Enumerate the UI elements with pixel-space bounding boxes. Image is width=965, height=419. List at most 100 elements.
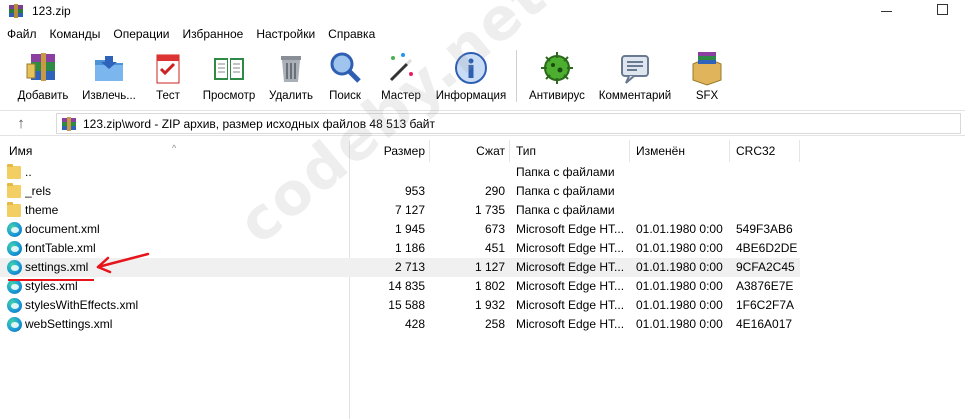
file-packed <box>430 163 505 182</box>
file-packed: 1 802 <box>474 279 505 293</box>
file-type: Microsoft Edge HT... <box>516 317 625 331</box>
find-icon <box>330 52 361 83</box>
column-modified-label: Изменён <box>636 144 685 158</box>
column-crc[interactable]: CRC32 <box>730 140 800 162</box>
test-label: Тест <box>156 90 180 102</box>
address-bar: ↑ 123.zip\word - ZIP архив, размер исход… <box>0 110 965 136</box>
sfx-button[interactable]: SFX <box>687 46 727 106</box>
antivirus-button[interactable]: Антивирус <box>525 46 589 106</box>
toolbar-separator <box>516 50 517 102</box>
file-size: 14 835 <box>388 279 425 293</box>
file-crc: 4E16A017 <box>736 317 793 331</box>
minimize-button[interactable] <box>880 4 894 18</box>
file-row[interactable]: _rels 953 290 Папка с файлами <box>0 182 800 201</box>
file-modified <box>636 163 731 182</box>
edge-file-icon <box>7 317 22 332</box>
column-packed-label: Сжат <box>476 144 505 158</box>
file-name: fontTable.xml <box>25 241 96 255</box>
window-title: 123.zip <box>32 4 71 18</box>
add-button[interactable]: Добавить <box>14 46 72 106</box>
column-type[interactable]: Тип <box>510 140 630 162</box>
file-packed: 673 <box>484 222 505 236</box>
delete-label: Удалить <box>269 90 313 102</box>
comment-button[interactable]: Комментарий <box>595 46 675 106</box>
sfx-label: SFX <box>695 90 719 102</box>
file-crc <box>736 182 800 201</box>
file-crc <box>736 201 800 220</box>
file-packed: 290 <box>484 184 505 198</box>
file-type: Microsoft Edge HT... <box>516 222 625 236</box>
test-icon <box>156 54 180 84</box>
file-size: 15 588 <box>388 298 425 312</box>
extract-icon <box>95 56 123 81</box>
column-packed[interactable]: Сжат <box>430 140 510 162</box>
menu-bar: Файл Команды Операции Избранное Настройк… <box>0 24 381 44</box>
antivirus-icon <box>541 52 573 84</box>
file-modified <box>636 201 731 220</box>
file-row[interactable]: theme 7 127 1 735 Папка с файлами <box>0 201 800 220</box>
menu-file[interactable]: Файл <box>0 27 43 41</box>
comment-label: Комментарий <box>598 90 672 102</box>
file-type: Microsoft Edge HT... <box>516 279 625 293</box>
view-button[interactable]: Просмотр <box>198 46 260 106</box>
file-crc: A3876E7E <box>736 279 794 293</box>
file-row[interactable]: webSettings.xml 428 258 Microsoft Edge HT..… <box>0 315 800 334</box>
folder-icon <box>7 164 21 179</box>
edge-file-icon <box>7 260 22 275</box>
file-packed: 1 932 <box>474 298 505 312</box>
annotation-underline <box>8 279 94 281</box>
file-packed: 258 <box>484 317 505 331</box>
file-type: Папка с файлами <box>516 165 615 179</box>
file-type: Microsoft Edge HT... <box>516 260 625 274</box>
file-crc <box>736 163 800 182</box>
edge-file-icon <box>7 298 22 313</box>
menu-commands[interactable]: Команды <box>43 27 107 41</box>
file-row[interactable]: .. Папка с файлами <box>0 163 800 182</box>
column-crc-label: CRC32 <box>736 144 776 158</box>
file-type: Microsoft Edge HT... <box>516 298 625 312</box>
file-modified: 01.01.1980 0:00 <box>636 279 723 293</box>
maximize-button[interactable] <box>937 4 948 15</box>
file-size: 1 186 <box>394 241 425 255</box>
file-size: 7 127 <box>394 203 425 217</box>
sfx-icon <box>692 52 722 86</box>
file-row[interactable]: document.xml 1 945 673 Microsoft Edge HT...… <box>0 220 800 239</box>
column-name-label: Имя <box>9 144 33 158</box>
menu-favorites[interactable]: Избранное <box>176 27 250 41</box>
file-crc: 1F6C2F7A <box>736 298 795 312</box>
column-modified[interactable]: Изменён <box>630 140 730 162</box>
menu-settings[interactable]: Настройки <box>249 27 321 41</box>
file-size: 2 713 <box>394 260 425 274</box>
file-crc: 9CFA2C45 <box>736 260 795 274</box>
extract-button[interactable]: Извлечь... <box>78 46 140 106</box>
up-arrow-icon[interactable]: ↑ <box>12 115 30 133</box>
file-crc: 4BE6D2DE <box>736 241 798 255</box>
annotation-arrow-icon <box>96 252 150 274</box>
address-field[interactable]: 123.zip\word - ZIP архив, размер исходны… <box>56 113 961 134</box>
add-label: Добавить <box>17 90 69 102</box>
file-size: 428 <box>404 317 425 331</box>
file-packed: 451 <box>484 241 505 255</box>
menu-operations[interactable]: Операции <box>106 27 175 41</box>
comment-icon <box>621 55 649 84</box>
file-type: Папка с файлами <box>516 184 615 198</box>
file-name: settings.xml <box>25 260 89 274</box>
file-size: 953 <box>404 184 425 198</box>
file-modified: 01.01.1980 0:00 <box>636 241 723 255</box>
sort-ascending-icon: ^ <box>172 143 177 153</box>
file-packed: 1 127 <box>474 260 505 274</box>
winrar-app-icon <box>8 3 24 19</box>
view-label: Просмотр <box>202 90 256 102</box>
test-button[interactable]: Тест <box>150 46 186 106</box>
menu-help[interactable]: Справка <box>321 27 381 41</box>
file-row[interactable]: styles.xml 14 835 1 802 Microsoft Edge HT..… <box>0 277 800 296</box>
archive-icon <box>62 116 76 131</box>
column-type-label: Тип <box>516 144 537 158</box>
file-row[interactable]: stylesWithEffects.xml 15 588 1 932 Microsof… <box>0 296 800 315</box>
file-name: stylesWithEffects.xml <box>25 298 139 312</box>
edge-file-icon <box>7 222 22 237</box>
delete-button[interactable]: Удалить <box>266 46 316 106</box>
file-packed: 1 735 <box>474 203 505 217</box>
add-archive-icon <box>26 53 55 81</box>
delete-icon <box>281 56 301 82</box>
